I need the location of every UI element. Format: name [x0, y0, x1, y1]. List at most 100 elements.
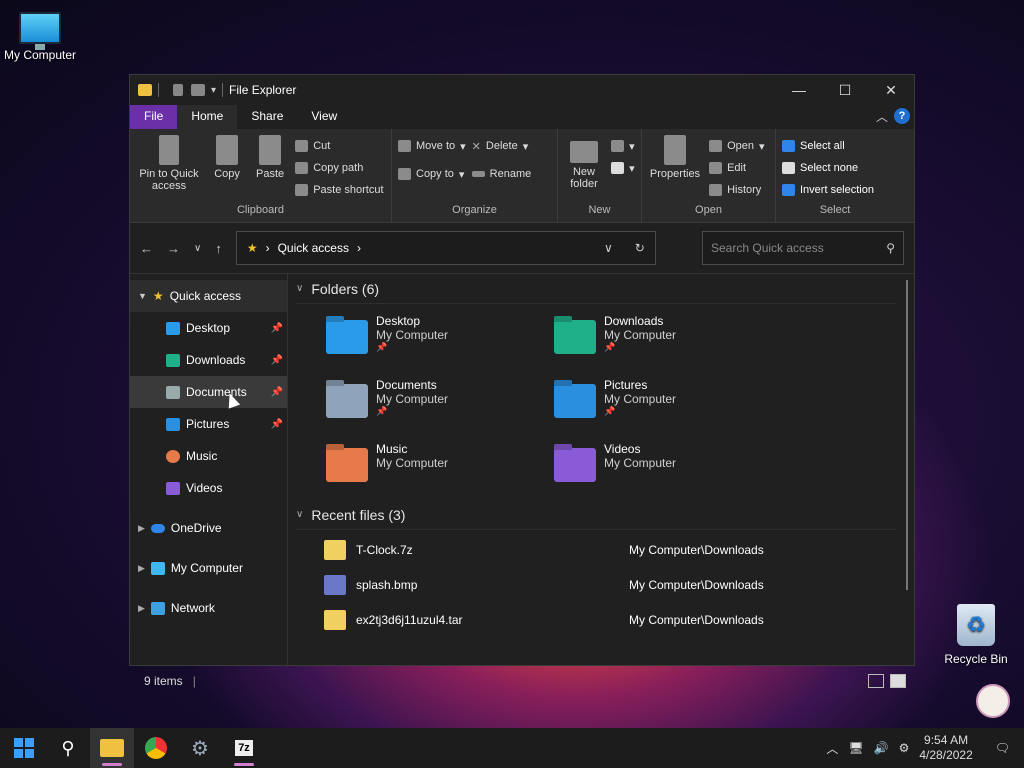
properties-icon: [664, 135, 686, 165]
easy-access-button[interactable]: ▾: [611, 157, 635, 179]
group-label: Clipboard: [236, 204, 285, 216]
paste-shortcut-button[interactable]: Paste shortcut: [295, 179, 384, 201]
chevron-down-icon[interactable]: ▼: [138, 291, 147, 301]
chevron-right-icon[interactable]: ▶: [138, 563, 145, 574]
title-bar[interactable]: ▾ File Explorer — ☐ ✕: [130, 75, 914, 105]
select-none-button[interactable]: Select none: [782, 157, 888, 179]
folder-tile[interactable]: Documents My Computer 📌: [326, 378, 554, 432]
folder-tile[interactable]: Music My Computer: [326, 442, 554, 496]
paste-button[interactable]: Paste: [252, 135, 288, 180]
copy-button[interactable]: Copy: [209, 135, 245, 180]
history-button[interactable]: History: [709, 179, 764, 201]
select-all-icon: [782, 140, 795, 152]
volume-icon[interactable]: 🔊: [874, 741, 889, 755]
taskbar-7zip[interactable]: 7z: [222, 728, 266, 768]
list-item[interactable]: splash.bmp My Computer\Downloads: [296, 567, 914, 602]
sidebar-item-videos[interactable]: Videos: [130, 472, 287, 504]
address-bar[interactable]: ★ › Quick access › ∨ ↻: [235, 231, 656, 265]
star-icon: ★: [246, 241, 258, 255]
minimize-button[interactable]: —: [776, 75, 822, 105]
sidebar-item-my-computer[interactable]: ▶ My Computer: [130, 552, 287, 584]
sidebar-item-onedrive[interactable]: ▶ OneDrive: [130, 512, 287, 544]
edit-button[interactable]: Edit: [709, 157, 764, 179]
clock[interactable]: 9:54 AM 4/28/2022: [919, 733, 972, 763]
sidebar-item-quick-access[interactable]: ▼ ★ Quick access: [130, 280, 287, 312]
chevron-up-icon[interactable]: ︿: [826, 740, 838, 757]
file-explorer-window: ▾ File Explorer — ☐ ✕ File Home Share Vi…: [129, 74, 915, 688]
collapse-ribbon-icon[interactable]: ︿: [876, 108, 888, 125]
sidebar-item-downloads[interactable]: Downloads 📌: [130, 344, 287, 376]
computer-icon: [150, 561, 165, 575]
chevron-down-icon: ∨: [296, 509, 304, 520]
tab-view[interactable]: View: [297, 105, 351, 129]
start-button[interactable]: [2, 728, 46, 768]
pin-icon: 📌: [270, 322, 283, 334]
vertical-scrollbar[interactable]: [906, 280, 908, 590]
pin-to-quick-access-button[interactable]: Pin to Quick access: [136, 135, 202, 192]
open-button[interactable]: Open ▾: [709, 135, 765, 157]
properties-icon[interactable]: [173, 84, 183, 96]
cut-button[interactable]: Cut: [295, 135, 383, 157]
taskbar-chrome[interactable]: [134, 728, 178, 768]
taskbar-settings[interactable]: ⚙: [178, 728, 222, 768]
address-dropdown-icon[interactable]: ∨: [604, 241, 613, 255]
new-folder-icon[interactable]: [191, 84, 205, 96]
new-item-button[interactable]: ▾: [611, 135, 635, 157]
delete-button[interactable]: ✕ Delete ▾: [472, 135, 532, 157]
notification-icon[interactable]: 🗨: [995, 741, 1010, 755]
scissors-icon: [295, 140, 309, 152]
group-label: Organize: [452, 204, 497, 216]
taskbar-file-explorer[interactable]: [90, 728, 134, 768]
folder-tile[interactable]: Videos My Computer: [554, 442, 782, 496]
folder-tile[interactable]: Pictures My Computer 📌: [554, 378, 782, 432]
pin-icon: 📌: [270, 386, 283, 398]
input-settings-icon[interactable]: ⚙: [899, 741, 910, 755]
desktop-icon-my-computer[interactable]: My Computer: [2, 12, 78, 62]
large-icons-view-icon[interactable]: [890, 674, 906, 688]
up-arrow-icon[interactable]: ↑: [215, 241, 222, 256]
move-to-button[interactable]: Move to ▾: [398, 135, 466, 157]
folder-tile[interactable]: Downloads My Computer 📌: [554, 314, 782, 368]
list-item[interactable]: T-Clock.7z My Computer\Downloads: [296, 532, 914, 567]
maximize-button[interactable]: ☐: [822, 75, 868, 105]
tab-file[interactable]: File: [130, 105, 178, 129]
properties-button[interactable]: Properties: [648, 135, 702, 180]
network-icon[interactable]: 🖥: [848, 741, 863, 755]
forward-arrow-icon[interactable]: →: [167, 241, 180, 256]
chevron-right-icon[interactable]: ▶: [138, 603, 145, 614]
chevron-down-icon[interactable]: ▾: [211, 85, 216, 96]
recent-locations-chevron-icon[interactable]: ∨: [194, 243, 201, 254]
copy-path-button[interactable]: Copy path: [295, 157, 383, 179]
chevron-right-icon[interactable]: ▶: [138, 523, 145, 534]
rename-button[interactable]: Rename: [471, 163, 531, 185]
copy-to-button[interactable]: Copy to ▾: [398, 163, 466, 185]
search-icon[interactable]: ⚲: [886, 241, 895, 255]
select-all-button[interactable]: Select all: [782, 135, 888, 157]
back-arrow-icon[interactable]: ←: [140, 241, 153, 256]
details-view-icon[interactable]: [868, 674, 884, 688]
search-input[interactable]: Search Quick access ⚲: [702, 231, 904, 265]
help-icon[interactable]: ?: [894, 108, 910, 124]
tab-share[interactable]: Share: [237, 105, 297, 129]
invert-selection-button[interactable]: Invert selection: [782, 179, 888, 201]
sidebar-item-network[interactable]: ▶ Network: [130, 592, 287, 624]
sidebar-item-documents[interactable]: Documents 📌: [130, 376, 287, 408]
recent-files-section-header[interactable]: ∨ Recent files (3): [296, 500, 896, 530]
copy-path-icon: [295, 162, 309, 174]
tab-home[interactable]: Home: [177, 105, 238, 129]
refresh-icon[interactable]: ↻: [635, 241, 645, 255]
desktop-icon-recycle-bin[interactable]: ♻ Recycle Bin: [942, 604, 1010, 666]
list-item[interactable]: ex2tj3d6j11uzul4.tar My Computer\Download…: [296, 602, 914, 637]
search-button[interactable]: ⚲: [46, 728, 90, 768]
new-folder-button[interactable]: New folder: [564, 135, 604, 190]
sidebar-item-pictures[interactable]: Pictures 📌: [130, 408, 287, 440]
copy-icon: [216, 135, 239, 165]
sheep-icon[interactable]: [976, 684, 1010, 718]
folders-section-header[interactable]: ∨ Folders (6): [296, 274, 896, 304]
close-button[interactable]: ✕: [868, 75, 914, 105]
folder-location: My Computer: [604, 328, 677, 342]
sidebar-item-music[interactable]: Music: [130, 440, 287, 472]
folder-tile[interactable]: Desktop My Computer 📌: [326, 314, 554, 368]
sidebar-item-desktop[interactable]: Desktop 📌: [130, 312, 287, 344]
breadcrumb[interactable]: Quick access: [278, 241, 349, 255]
